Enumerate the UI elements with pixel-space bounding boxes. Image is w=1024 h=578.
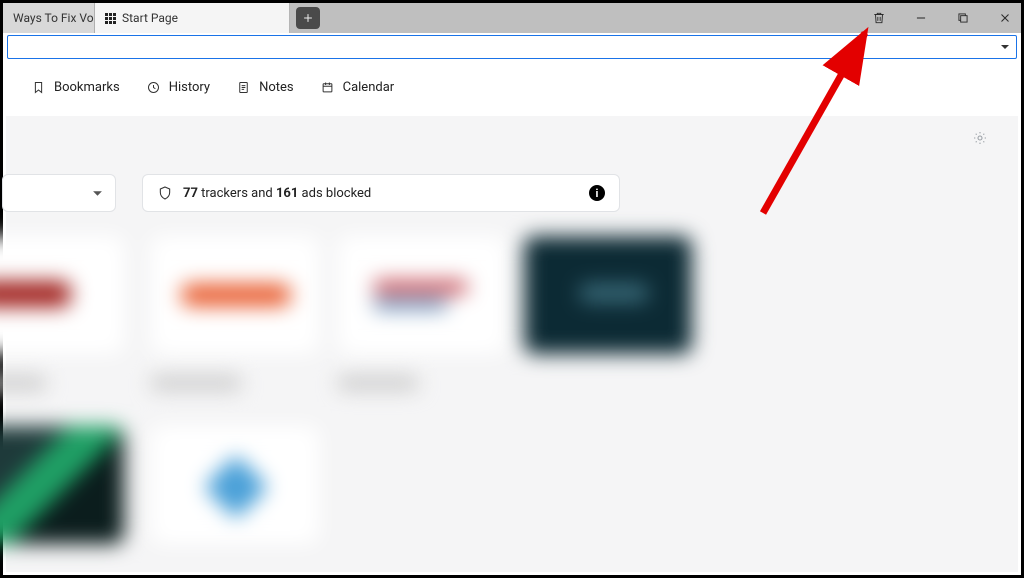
shield-icon <box>157 185 173 201</box>
history-icon <box>146 80 161 95</box>
speed-dial-tile[interactable] <box>151 236 319 354</box>
calendar-label: Calendar <box>343 80 395 95</box>
close-button[interactable] <box>995 8 1015 28</box>
info-icon[interactable]: i <box>589 185 605 201</box>
tracker-blocked-pill[interactable]: 77 trackers and 161 ads blocked i <box>142 174 620 212</box>
tracker-text: 77 trackers and 161 ads blocked <box>183 186 371 201</box>
bookmarks-label: Bookmarks <box>54 80 120 95</box>
speed-dial-tile[interactable] <box>0 236 124 354</box>
calendar-icon <box>320 80 335 95</box>
tile-label <box>0 376 46 390</box>
tracker-count: 77 <box>183 186 198 201</box>
calendar-tab[interactable]: Calendar <box>320 80 395 95</box>
notes-label: Notes <box>259 80 294 95</box>
chevron-down-icon <box>92 188 103 199</box>
minimize-icon <box>914 11 928 25</box>
maximize-icon <box>956 11 970 25</box>
trash-icon <box>872 11 886 25</box>
start-settings-button[interactable] <box>972 130 988 150</box>
tile-label <box>151 376 241 390</box>
minimize-button[interactable] <box>911 8 931 28</box>
tile-label <box>338 376 418 390</box>
speed-dial-dropdown[interactable] <box>2 174 116 212</box>
plus-icon <box>302 12 314 24</box>
address-bar-wrap <box>3 33 1021 61</box>
bookmark-icon <box>31 80 46 95</box>
close-icon <box>998 11 1012 25</box>
speed-dial-controls: 77 trackers and 161 ads blocked i <box>6 174 620 212</box>
maximize-button[interactable] <box>953 8 973 28</box>
tab-active[interactable]: Start Page <box>95 3 290 33</box>
speed-dial-tiles <box>6 236 1018 572</box>
tab-bar: Ways To Fix Voic Start Page <box>3 3 1021 33</box>
tab-inactive[interactable]: Ways To Fix Voic <box>3 3 95 33</box>
gear-icon <box>972 130 988 146</box>
notes-tab[interactable]: Notes <box>236 80 294 95</box>
speed-dial-tile[interactable] <box>0 426 124 544</box>
speed-dial-tile[interactable] <box>151 426 319 544</box>
start-page-content: 77 trackers and 161 ads blocked i <box>6 116 1018 572</box>
window-controls <box>869 3 1015 33</box>
notes-icon <box>236 80 251 95</box>
address-dropdown-icon <box>1000 42 1010 52</box>
history-tab[interactable]: History <box>146 80 210 95</box>
history-label: History <box>169 80 210 95</box>
apps-grid-icon <box>105 13 116 24</box>
speed-dial-tile[interactable] <box>338 236 506 354</box>
address-bar[interactable] <box>7 35 1017 59</box>
tab-inactive-title: Ways To Fix Voic <box>13 11 95 25</box>
start-toolbar: Bookmarks History Notes Calendar <box>3 61 1021 113</box>
trash-button[interactable] <box>869 8 889 28</box>
bookmarks-tab[interactable]: Bookmarks <box>31 80 120 95</box>
speed-dial-tile[interactable] <box>524 236 692 354</box>
new-tab-button[interactable] <box>296 7 320 29</box>
ads-count: 161 <box>276 186 298 201</box>
tab-active-title: Start Page <box>122 11 178 25</box>
